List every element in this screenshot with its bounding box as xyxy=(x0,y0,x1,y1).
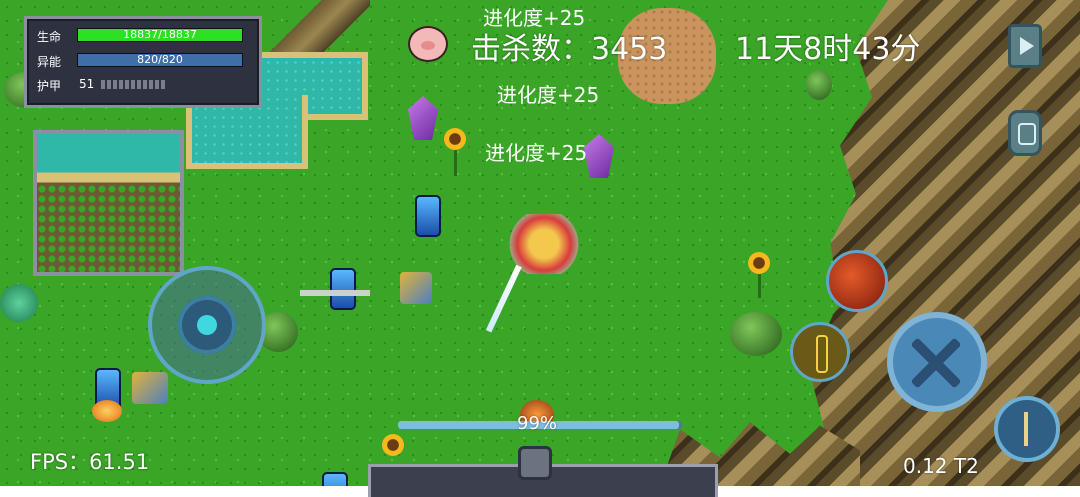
hp-label: 生命 xyxy=(37,30,62,44)
corner-info: 0.12 T2 xyxy=(903,454,979,478)
sunflower xyxy=(382,434,404,456)
armor-value: 51 xyxy=(79,77,95,91)
sunflower-stem xyxy=(454,150,457,176)
energy-label: 异能 xyxy=(37,55,62,69)
armored-goblin-enemy xyxy=(132,372,168,404)
armor-bar xyxy=(101,80,167,89)
sword-skill-icon xyxy=(1024,412,1028,446)
armored-goblin-enemy xyxy=(400,272,432,304)
bottom-toggle-button[interactable] xyxy=(518,446,552,480)
mountain-terrain-top xyxy=(250,0,370,60)
blue-gem-pickup xyxy=(415,195,441,237)
player-sword xyxy=(485,264,522,333)
attack-button[interactable] xyxy=(887,312,987,412)
green-slime-creature xyxy=(0,284,38,322)
play-button[interactable] xyxy=(1008,24,1042,68)
player-stats-panel: 生命 18837/18837 异能 820/820 护甲 51 xyxy=(24,16,262,108)
blue-gem-pickup xyxy=(322,472,348,486)
sunflower-stem xyxy=(758,274,761,298)
hp-value: 18837/18837 xyxy=(123,28,197,41)
purple-crystal-pickup xyxy=(584,134,614,178)
kills-value: 3453 xyxy=(591,32,668,67)
hp-bar: 18837/18837 xyxy=(77,28,243,42)
pine-tree xyxy=(806,70,832,100)
pig-snout xyxy=(421,41,435,50)
minimap[interactable] xyxy=(33,130,184,276)
evolution-gain-text: 进化度+25 xyxy=(497,83,600,107)
bush xyxy=(730,312,782,356)
golden-figure-skill-button[interactable] xyxy=(790,322,850,382)
golden-figure-icon xyxy=(816,335,828,373)
evolution-gain-text: 进化度+25 xyxy=(485,141,588,165)
play-icon xyxy=(1020,37,1034,55)
progress-percent: 99% xyxy=(517,413,558,434)
kills-label: 击杀数： xyxy=(471,32,591,67)
sunflower xyxy=(748,252,770,274)
pig-face-icon xyxy=(408,26,448,62)
energy-value: 820/820 xyxy=(137,53,183,66)
kill-counter: 击杀数：3453 xyxy=(471,24,667,68)
game-time: 11天8时43分 xyxy=(735,32,921,67)
fireball-skill-button[interactable] xyxy=(826,250,888,312)
blue-gem-pickup xyxy=(330,268,356,310)
fire-effect xyxy=(92,400,122,422)
energy-bar: 820/820 xyxy=(77,53,243,67)
sword-skill-button[interactable] xyxy=(994,396,1060,462)
fps-counter: FPS：61.51 xyxy=(30,450,150,474)
sunflower xyxy=(444,128,466,150)
armor-label: 护甲 xyxy=(37,79,62,93)
backpack-icon xyxy=(1018,123,1036,145)
backpack-button[interactable] xyxy=(1008,110,1042,156)
dropped-spear xyxy=(300,290,370,296)
purple-crystal-pickup xyxy=(408,96,438,140)
joystick-center-dot xyxy=(197,315,217,335)
